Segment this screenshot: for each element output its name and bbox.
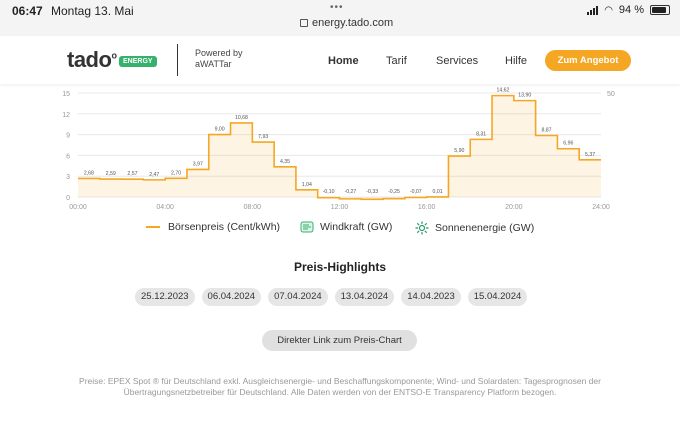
highlight-chip[interactable]: 15.04.2024 bbox=[467, 288, 528, 306]
lock-icon bbox=[300, 19, 308, 27]
wifi-icon: ◠ bbox=[604, 4, 613, 16]
data-label: 6,96 bbox=[563, 141, 573, 147]
data-label: -0,10 bbox=[323, 189, 335, 195]
data-label: 10,68 bbox=[235, 115, 248, 121]
header-divider bbox=[177, 44, 178, 76]
logo-text: tado bbox=[67, 47, 112, 72]
highlight-chip[interactable]: 25.12.2023 bbox=[135, 288, 195, 306]
x-tick-label: 16:00 bbox=[418, 204, 436, 211]
data-label: 4,35 bbox=[280, 159, 290, 165]
wind-icon bbox=[300, 221, 314, 233]
price-chart-link-button[interactable]: Direkter Link zum Preis-Chart bbox=[262, 330, 417, 351]
status-date: Montag 13. Mai bbox=[51, 4, 134, 18]
legend-solar-label: Sonnenenergie (GW) bbox=[435, 222, 535, 234]
battery-icon bbox=[650, 5, 670, 15]
data-label: 2,47 bbox=[149, 172, 159, 178]
status-bar: 06:47 Montag 13. Mai ••• energy.tado.com… bbox=[0, 0, 680, 36]
data-label: 2,59 bbox=[106, 171, 116, 177]
legend-solar[interactable]: Sonnenenergie (GW) bbox=[415, 221, 534, 235]
nav-tarif[interactable]: Tarif bbox=[386, 55, 407, 67]
nav-home[interactable]: Home bbox=[328, 55, 359, 67]
data-label: 8,31 bbox=[476, 131, 486, 137]
data-label: 2,70 bbox=[171, 170, 181, 176]
data-label: 2,68 bbox=[84, 170, 94, 176]
x-tick-label: 20:00 bbox=[505, 204, 523, 211]
data-label: 2,57 bbox=[127, 171, 137, 177]
y-right-tick-label: 50 bbox=[607, 91, 615, 98]
highlights-title: Preis-Highlights bbox=[293, 260, 386, 274]
url-text: energy.tado.com bbox=[312, 17, 394, 29]
signal-icon bbox=[587, 5, 599, 15]
nav-hilfe[interactable]: Hilfe bbox=[505, 55, 527, 67]
highlight-chip[interactable]: 07.04.2024 bbox=[268, 288, 328, 306]
x-tick-label: 12:00 bbox=[331, 204, 349, 211]
y-tick-label: 6 bbox=[66, 153, 70, 160]
data-label: 3,97 bbox=[193, 161, 203, 167]
nav-services[interactable]: Services bbox=[436, 55, 478, 67]
zum-angebot-button[interactable]: Zum Angebot bbox=[545, 50, 631, 71]
tado-logo[interactable]: tadoo bbox=[67, 47, 117, 73]
legend-price[interactable]: Börsenpreis (Cent/kWh) bbox=[146, 221, 280, 233]
highlight-chip[interactable]: 14.04.2023 bbox=[401, 288, 461, 306]
price-area bbox=[78, 95, 601, 200]
footer-note: Preise: EPEX Spot ® für Deutschland exkl… bbox=[79, 376, 601, 397]
highlight-chip[interactable]: 06.04.2024 bbox=[201, 288, 262, 306]
powered-line1: Powered by bbox=[195, 48, 243, 58]
x-tick-label: 24:00 bbox=[592, 204, 610, 211]
x-tick-label: 00:00 bbox=[69, 204, 87, 211]
status-time: 06:47 bbox=[12, 4, 43, 18]
data-label: -0,25 bbox=[388, 189, 400, 195]
powered-by: Powered by aWATTar bbox=[195, 48, 243, 70]
highlight-chip[interactable]: 13.04.2024 bbox=[334, 288, 395, 306]
y-tick-label: 9 bbox=[66, 133, 70, 140]
highlight-chips: 25.12.2023 06.04.2024 07.04.2024 13.04.2… bbox=[135, 288, 528, 306]
energy-badge: ENERGY bbox=[119, 56, 157, 67]
data-label: 8,87 bbox=[541, 128, 551, 134]
y-tick-label: 0 bbox=[66, 195, 70, 202]
data-label: 14,62 bbox=[496, 88, 509, 94]
data-label: -0,33 bbox=[366, 189, 378, 195]
y-tick-label: 15 bbox=[62, 91, 70, 98]
sun-icon bbox=[415, 221, 429, 235]
data-label: -0,27 bbox=[344, 189, 356, 195]
data-label: 0,01 bbox=[433, 189, 443, 195]
y-tick-label: 12 bbox=[62, 112, 70, 119]
data-label: 5,37 bbox=[585, 152, 595, 158]
x-tick-label: 08:00 bbox=[244, 204, 262, 211]
powered-line2: aWATTar bbox=[195, 59, 232, 69]
battery-percent: 94 % bbox=[618, 4, 644, 16]
status-right: ◠ 94 % bbox=[587, 4, 670, 16]
tab-dots[interactable]: ••• bbox=[330, 2, 344, 13]
data-label: 9,00 bbox=[215, 127, 225, 133]
address-bar[interactable]: energy.tado.com bbox=[300, 17, 393, 29]
x-tick-label: 04:00 bbox=[156, 204, 174, 211]
data-label: 1,04 bbox=[302, 182, 312, 188]
line-legend-icon bbox=[146, 226, 160, 228]
legend-wind[interactable]: Windkraft (GW) bbox=[300, 221, 392, 233]
legend-wind-label: Windkraft (GW) bbox=[320, 221, 393, 233]
data-label: -0,07 bbox=[410, 189, 422, 195]
data-label: 7,93 bbox=[258, 134, 268, 140]
legend-price-label: Börsenpreis (Cent/kWh) bbox=[168, 221, 281, 233]
price-chart: 0 3 6 9 12 15 50 00:00 04:00 08:00 12:00 16:00 20:00… bbox=[62, 88, 615, 211]
data-label: 13,90 bbox=[518, 93, 531, 99]
data-label: 5,90 bbox=[454, 148, 464, 154]
y-tick-label: 3 bbox=[66, 174, 70, 181]
